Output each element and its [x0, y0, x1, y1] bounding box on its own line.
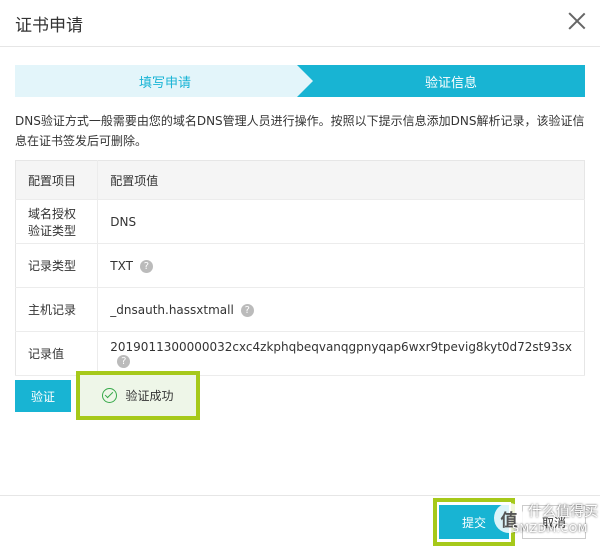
- table-row: 记录类型 TXT?: [15, 243, 585, 288]
- help-icon[interactable]: ?: [117, 354, 131, 368]
- row-value-cell: 2019011300000032cxc4zkphqbeqvanqgpnyqap6…: [97, 331, 585, 376]
- row-value: TXT: [110, 258, 133, 273]
- watermark-text: 什么值得买: [528, 504, 598, 520]
- table-row: 域名授权验证类型 DNS: [15, 199, 585, 244]
- success-text: 验证成功: [125, 389, 174, 403]
- row-label: 域名授权验证类型: [15, 199, 99, 244]
- step-verify-label: 验证信息: [424, 75, 477, 91]
- dns-config-table: 配置项目 配置项值 域名授权验证类型 DNS 记录类型 TXT? 主机记录 _d…: [15, 160, 585, 376]
- column-header-value: 配置项值: [97, 160, 585, 200]
- row-value: DNS: [97, 199, 585, 244]
- step-fill-application: 填写申请: [15, 65, 315, 97]
- row-value-cell: TXT?: [97, 243, 585, 288]
- row-value: 2019011300000032cxc4zkphqbeqvanqgpnyqap6…: [110, 339, 572, 354]
- watermark: 值 什么值得买 SMZDM.COM: [494, 499, 598, 541]
- column-header-item: 配置项目: [15, 160, 99, 200]
- row-value-cell: _dnsauth.hassxtmall?: [97, 287, 585, 332]
- dialog-title: 证书申请: [15, 16, 83, 36]
- check-circle-icon: [102, 388, 118, 403]
- help-icon[interactable]: ?: [139, 259, 153, 273]
- dialog-header: 证书申请: [0, 0, 600, 47]
- help-icon[interactable]: ?: [240, 303, 254, 317]
- success-message: 验证成功: [102, 387, 174, 404]
- row-label: 记录类型: [15, 243, 99, 288]
- table-row: 主机记录 _dnsauth.hassxtmall?: [15, 287, 585, 332]
- verification-success-status: 验证成功: [76, 371, 200, 420]
- table-row: 记录值 2019011300000032cxc4zkphqbeqvanqgpny…: [15, 331, 585, 376]
- verify-button[interactable]: 验证: [15, 380, 71, 412]
- row-label: 记录值: [15, 331, 99, 376]
- verification-description: DNS验证方式一般需要由您的域名DNS管理人员进行操作。按照以下提示信息添加DN…: [15, 114, 585, 148]
- watermark-domain: SMZDM.COM: [512, 522, 588, 535]
- row-value: _dnsauth.hassxtmall: [110, 302, 234, 317]
- step-indicator: 填写申请 验证信息: [15, 65, 585, 97]
- step-verify-info: 验证信息: [297, 65, 585, 97]
- row-label: 主机记录: [15, 287, 99, 332]
- close-icon[interactable]: [568, 12, 586, 30]
- table-header-row: 配置项目 配置项值: [15, 160, 585, 200]
